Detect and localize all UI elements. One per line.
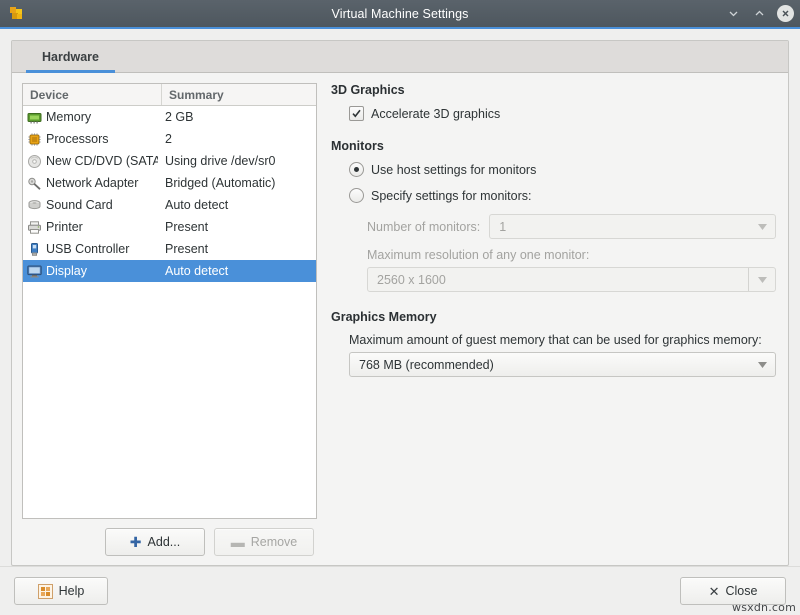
maximize-icon[interactable] bbox=[751, 5, 768, 22]
accelerate-3d-graphics-checkbox[interactable] bbox=[349, 106, 364, 121]
device-summary: 2 bbox=[158, 132, 316, 146]
accelerate-3d-graphics-label: Accelerate 3D graphics bbox=[371, 107, 500, 121]
help-button-label: Help bbox=[59, 584, 85, 598]
device-name: New CD/DVD (SATA) bbox=[46, 154, 158, 168]
use-host-settings-radio[interactable] bbox=[349, 162, 364, 177]
graphics-memory-description: Maximum amount of guest memory that can … bbox=[349, 333, 776, 347]
settings-body: Device Summary Memory2 GBProcessors2New … bbox=[12, 73, 788, 565]
device-list-header: Device Summary bbox=[23, 84, 316, 106]
device-list[interactable]: Device Summary Memory2 GBProcessors2New … bbox=[22, 83, 317, 519]
use-host-settings-row[interactable]: Use host settings for monitors bbox=[349, 162, 776, 177]
help-button[interactable]: Help bbox=[14, 577, 108, 605]
usb-icon bbox=[27, 242, 42, 257]
device-row-network-adapter[interactable]: Network Adapter Bridged (Automatic) bbox=[23, 172, 316, 194]
vmware-logo-icon bbox=[8, 5, 25, 22]
device-rows: Memory2 GBProcessors2New CD/DVD (SATA)Us… bbox=[23, 106, 316, 282]
graphics-memory-select[interactable]: 768 MB (recommended) bbox=[349, 352, 776, 377]
section-3d-graphics-title: 3D Graphics bbox=[331, 83, 776, 97]
memory-icon bbox=[27, 110, 42, 125]
device-name: Sound Card bbox=[46, 198, 113, 212]
window-controls bbox=[725, 5, 794, 22]
options-column: 3D Graphics Accelerate 3D graphics bbox=[317, 83, 778, 565]
device-name: Processors bbox=[46, 132, 109, 146]
footer-bar: Help ✕ Close bbox=[0, 566, 800, 615]
close-icon[interactable] bbox=[777, 5, 794, 22]
sound-card-icon bbox=[27, 198, 42, 213]
settings-panel: Hardware Device Summary Memory 2 GB Proces… bbox=[11, 40, 789, 566]
printer-icon bbox=[27, 220, 42, 235]
number-of-monitors-row: Number of monitors: 1 bbox=[367, 214, 776, 239]
add-button[interactable]: ✚ Add... bbox=[105, 528, 205, 556]
help-icon bbox=[38, 584, 53, 599]
device-summary: Auto detect bbox=[158, 198, 316, 212]
section-graphics-memory: Graphics Memory Maximum amount of guest … bbox=[331, 310, 776, 377]
device-summary: Present bbox=[158, 220, 316, 234]
add-button-label: Add... bbox=[148, 535, 181, 549]
section-monitors: Monitors Use host settings for monitors … bbox=[331, 139, 776, 292]
watermark: wsxdn.com bbox=[732, 601, 796, 614]
device-summary: 2 GB bbox=[158, 110, 316, 124]
specify-settings-label: Specify settings for monitors: bbox=[371, 189, 531, 203]
network-icon bbox=[27, 176, 42, 191]
device-name: Display bbox=[46, 264, 87, 278]
device-name: USB Controller bbox=[46, 242, 129, 256]
chevron-down-icon bbox=[749, 362, 775, 368]
use-host-settings-label: Use host settings for monitors bbox=[371, 163, 536, 177]
window-title: Virtual Machine Settings bbox=[0, 7, 800, 21]
section-3d-graphics: 3D Graphics Accelerate 3D graphics bbox=[331, 83, 776, 121]
number-of-monitors-value: 1 bbox=[499, 220, 506, 234]
remove-button[interactable]: ▬ Remove bbox=[214, 528, 314, 556]
section-graphics-memory-title: Graphics Memory bbox=[331, 310, 776, 324]
minimize-icon[interactable] bbox=[725, 5, 742, 22]
display-icon bbox=[27, 264, 42, 279]
specify-settings-radio[interactable] bbox=[349, 188, 364, 203]
max-resolution-value: 2560 x 1600 bbox=[377, 273, 446, 287]
plus-icon: ✚ bbox=[130, 535, 142, 549]
device-column: Device Summary Memory2 GBProcessors2New … bbox=[22, 83, 317, 565]
column-header-device: Device bbox=[23, 84, 162, 105]
device-name: Network Adapter bbox=[46, 176, 138, 190]
close-button-label: Close bbox=[725, 584, 757, 598]
device-summary: Bridged (Automatic) bbox=[158, 176, 316, 190]
accelerate-3d-graphics-row[interactable]: Accelerate 3D graphics bbox=[349, 106, 776, 121]
column-header-summary: Summary bbox=[162, 84, 316, 105]
device-name: Memory bbox=[46, 110, 91, 124]
graphics-memory-value: 768 MB (recommended) bbox=[359, 358, 494, 372]
close-x-icon: ✕ bbox=[709, 585, 720, 598]
title-bar: Virtual Machine Settings bbox=[0, 0, 800, 29]
device-row-processors[interactable]: Processors 2 bbox=[23, 128, 316, 150]
chevron-down-icon bbox=[749, 224, 775, 230]
processor-icon bbox=[27, 132, 42, 147]
device-summary: Present bbox=[158, 242, 316, 256]
section-monitors-title: Monitors bbox=[331, 139, 776, 153]
tab-hardware[interactable]: Hardware bbox=[26, 41, 115, 72]
number-of-monitors-select[interactable]: 1 bbox=[489, 214, 776, 239]
max-resolution-select[interactable]: 2560 x 1600 bbox=[367, 267, 776, 292]
device-row-new-cd-dvd-sata[interactable]: New CD/DVD (SATA)Using drive /dev/sr0 bbox=[23, 150, 316, 172]
tab-hardware-label: Hardware bbox=[42, 50, 99, 64]
specify-settings-row[interactable]: Specify settings for monitors: bbox=[349, 188, 776, 203]
device-row-sound-card[interactable]: Sound Card Auto detect bbox=[23, 194, 316, 216]
virtual-machine-settings-window: Virtual Machine Settings bbox=[0, 0, 800, 615]
device-row-usb-controller[interactable]: USB Controller Present bbox=[23, 238, 316, 260]
chevron-down-icon bbox=[748, 268, 775, 291]
content-area: Hardware Device Summary Memory 2 GB Proces… bbox=[0, 29, 800, 566]
device-list-buttons: ✚ Add... ▬ Remove bbox=[22, 519, 317, 565]
tab-bar: Hardware bbox=[12, 41, 788, 73]
number-of-monitors-label: Number of monitors: bbox=[367, 220, 480, 234]
minus-icon: ▬ bbox=[231, 535, 245, 549]
device-name: Printer bbox=[46, 220, 83, 234]
max-resolution-label: Maximum resolution of any one monitor: bbox=[367, 248, 776, 262]
device-summary: Auto detect bbox=[158, 264, 316, 278]
remove-button-label: Remove bbox=[251, 535, 298, 549]
device-row-display[interactable]: Display Auto detect bbox=[23, 260, 316, 282]
cd-dvd-icon bbox=[27, 154, 42, 169]
device-row-printer[interactable]: Printer Present bbox=[23, 216, 316, 238]
device-summary: Using drive /dev/sr0 bbox=[158, 154, 316, 168]
device-row-memory[interactable]: Memory 2 GB bbox=[23, 106, 316, 128]
